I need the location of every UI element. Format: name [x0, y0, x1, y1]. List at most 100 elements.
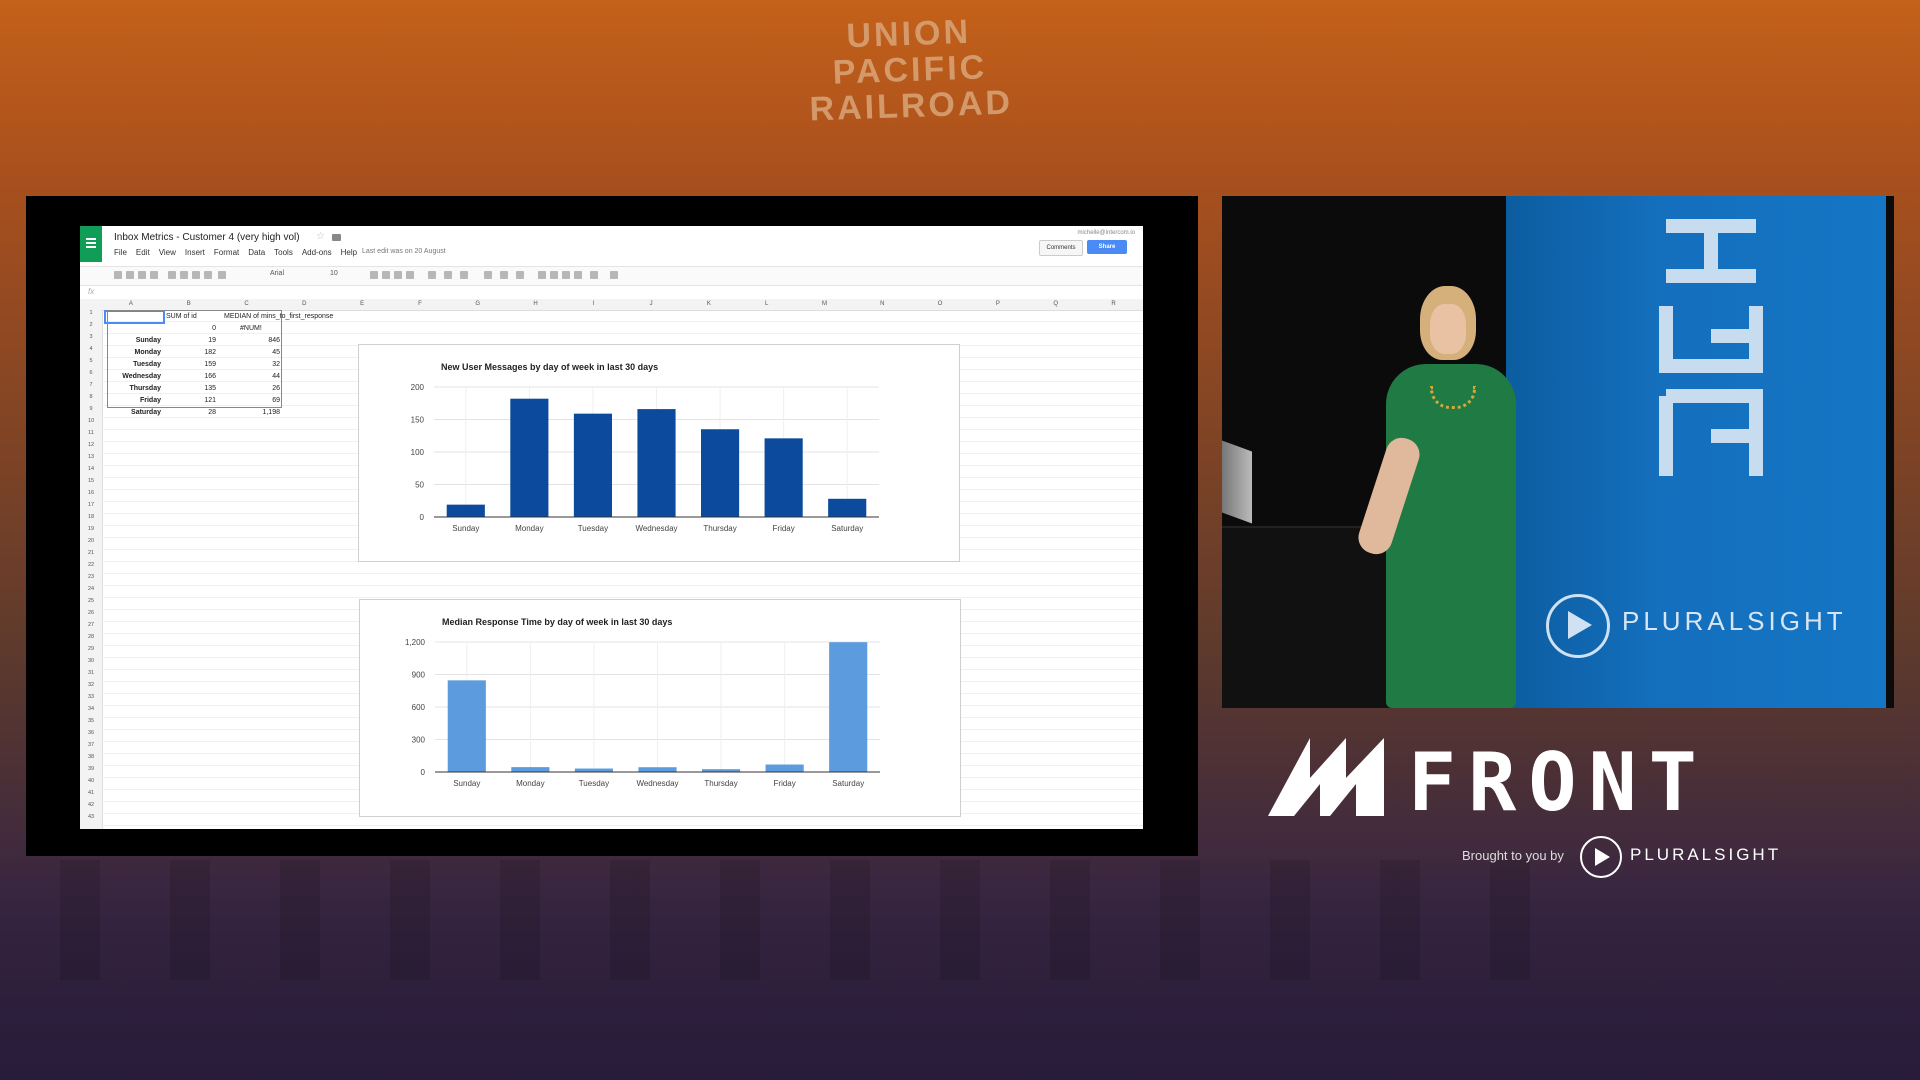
link-icon[interactable] [538, 271, 546, 279]
row-header[interactable]: 34 [80, 706, 102, 712]
row-header[interactable]: 5 [80, 358, 102, 364]
row-header[interactable]: 14 [80, 466, 102, 472]
row-header[interactable]: 4 [80, 346, 102, 352]
italic-icon[interactable] [382, 271, 390, 279]
pivot-day-label[interactable]: Friday [104, 396, 161, 405]
column-header-o[interactable]: O [911, 299, 969, 310]
column-header-l[interactable]: L [738, 299, 796, 310]
column-header-m[interactable]: M [796, 299, 854, 310]
merge-icon[interactable] [460, 271, 468, 279]
functions-icon[interactable] [590, 271, 598, 279]
row-header[interactable]: 11 [80, 430, 102, 436]
row-header[interactable]: 27 [80, 622, 102, 628]
row-header[interactable]: 31 [80, 670, 102, 676]
row-header[interactable]: 35 [80, 718, 102, 724]
pivot-header-sum[interactable]: SUM of id [166, 312, 197, 321]
bold-icon[interactable] [370, 271, 378, 279]
row-header[interactable]: 20 [80, 538, 102, 544]
row-header[interactable]: 33 [80, 694, 102, 700]
column-header-r[interactable]: R [1085, 299, 1143, 310]
row-header[interactable]: 38 [80, 754, 102, 760]
font-select[interactable]: Arial [270, 270, 284, 277]
fill-color-icon[interactable] [428, 271, 436, 279]
wrap-icon[interactable] [516, 271, 524, 279]
pivot-sum-cell[interactable]: 166 [176, 372, 216, 381]
row-header[interactable]: 32 [80, 682, 102, 688]
input-tools-icon[interactable] [610, 271, 618, 279]
row-header[interactable]: 13 [80, 454, 102, 460]
decimal-decrease-icon[interactable] [192, 271, 200, 279]
column-header-c[interactable]: C [218, 299, 276, 310]
share-button[interactable]: Share [1087, 240, 1127, 254]
pivot-day-label[interactable]: Saturday [104, 408, 161, 417]
pivot-day-label[interactable]: Sunday [104, 336, 161, 345]
pivot-day-label[interactable]: Monday [104, 348, 161, 357]
menu-file[interactable]: File [114, 248, 127, 257]
row-header[interactable]: 26 [80, 610, 102, 616]
filter-icon[interactable] [574, 271, 582, 279]
column-header-i[interactable]: I [564, 299, 622, 310]
row-header[interactable]: 3 [80, 334, 102, 340]
row-header[interactable]: 29 [80, 646, 102, 652]
row-header[interactable]: 15 [80, 478, 102, 484]
row-header[interactable]: 36 [80, 730, 102, 736]
pivot-sum-cell[interactable]: 182 [176, 348, 216, 357]
decimal-increase-icon[interactable] [204, 271, 212, 279]
pivot-median-cell[interactable]: 44 [236, 372, 280, 381]
menu-insert[interactable]: Insert [185, 248, 205, 257]
pivot-median-cell[interactable]: 1,198 [236, 408, 280, 417]
menu-edit[interactable]: Edit [136, 248, 150, 257]
row-header[interactable]: 1 [80, 310, 102, 316]
currency-icon[interactable] [168, 271, 176, 279]
pivot-cell[interactable]: 0 [176, 324, 216, 333]
pivot-sum-cell[interactable]: 121 [176, 396, 216, 405]
menu-data[interactable]: Data [248, 248, 265, 257]
row-header[interactable]: 6 [80, 370, 102, 376]
row-header[interactable]: 9 [80, 406, 102, 412]
row-header[interactable]: 37 [80, 742, 102, 748]
percent-icon[interactable] [180, 271, 188, 279]
pivot-median-cell[interactable]: 32 [236, 360, 280, 369]
pivot-day-label[interactable]: Wednesday [104, 372, 161, 381]
undo-icon[interactable] [126, 271, 134, 279]
row-header[interactable]: 40 [80, 778, 102, 784]
column-header-f[interactable]: F [391, 299, 449, 310]
row-header[interactable]: 7 [80, 382, 102, 388]
row-header[interactable]: 39 [80, 766, 102, 772]
borders-icon[interactable] [444, 271, 452, 279]
redo-icon[interactable] [138, 271, 146, 279]
pivot-day-label[interactable]: Tuesday [104, 360, 161, 369]
row-header[interactable]: 28 [80, 634, 102, 640]
row-header[interactable]: 43 [80, 814, 102, 820]
pivot-day-label[interactable]: Thursday [104, 384, 161, 393]
column-header-a[interactable]: A [102, 299, 160, 310]
print-icon[interactable] [114, 271, 122, 279]
column-header-j[interactable]: J [622, 299, 680, 310]
row-header[interactable]: 8 [80, 394, 102, 400]
strikethrough-icon[interactable] [394, 271, 402, 279]
pivot-median-cell[interactable]: 69 [236, 396, 280, 405]
row-header[interactable]: 25 [80, 598, 102, 604]
chart-new-user-messages[interactable]: New User Messages by day of week in last… [358, 344, 960, 562]
row-header[interactable]: 30 [80, 658, 102, 664]
pivot-median-cell[interactable]: 26 [236, 384, 280, 393]
row-header[interactable]: 24 [80, 586, 102, 592]
row-header[interactable]: 22 [80, 562, 102, 568]
row-header[interactable]: 21 [80, 550, 102, 556]
row-header[interactable]: 10 [80, 418, 102, 424]
column-header-n[interactable]: N [853, 299, 911, 310]
chart-median-response-time[interactable]: Median Response Time by day of week in l… [359, 599, 961, 817]
row-header[interactable]: 19 [80, 526, 102, 532]
number-format-icon[interactable] [218, 271, 226, 279]
pivot-sum-cell[interactable]: 159 [176, 360, 216, 369]
pivot-sum-cell[interactable]: 28 [176, 408, 216, 417]
row-header[interactable]: 2 [80, 322, 102, 328]
menu-format[interactable]: Format [214, 248, 239, 257]
column-header-d[interactable]: D [275, 299, 333, 310]
column-header-e[interactable]: E [333, 299, 391, 310]
column-header-g[interactable]: G [449, 299, 507, 310]
valign-icon[interactable] [500, 271, 508, 279]
row-header[interactable]: 42 [80, 802, 102, 808]
font-size-select[interactable]: 10 [330, 270, 338, 277]
paint-format-icon[interactable] [150, 271, 158, 279]
